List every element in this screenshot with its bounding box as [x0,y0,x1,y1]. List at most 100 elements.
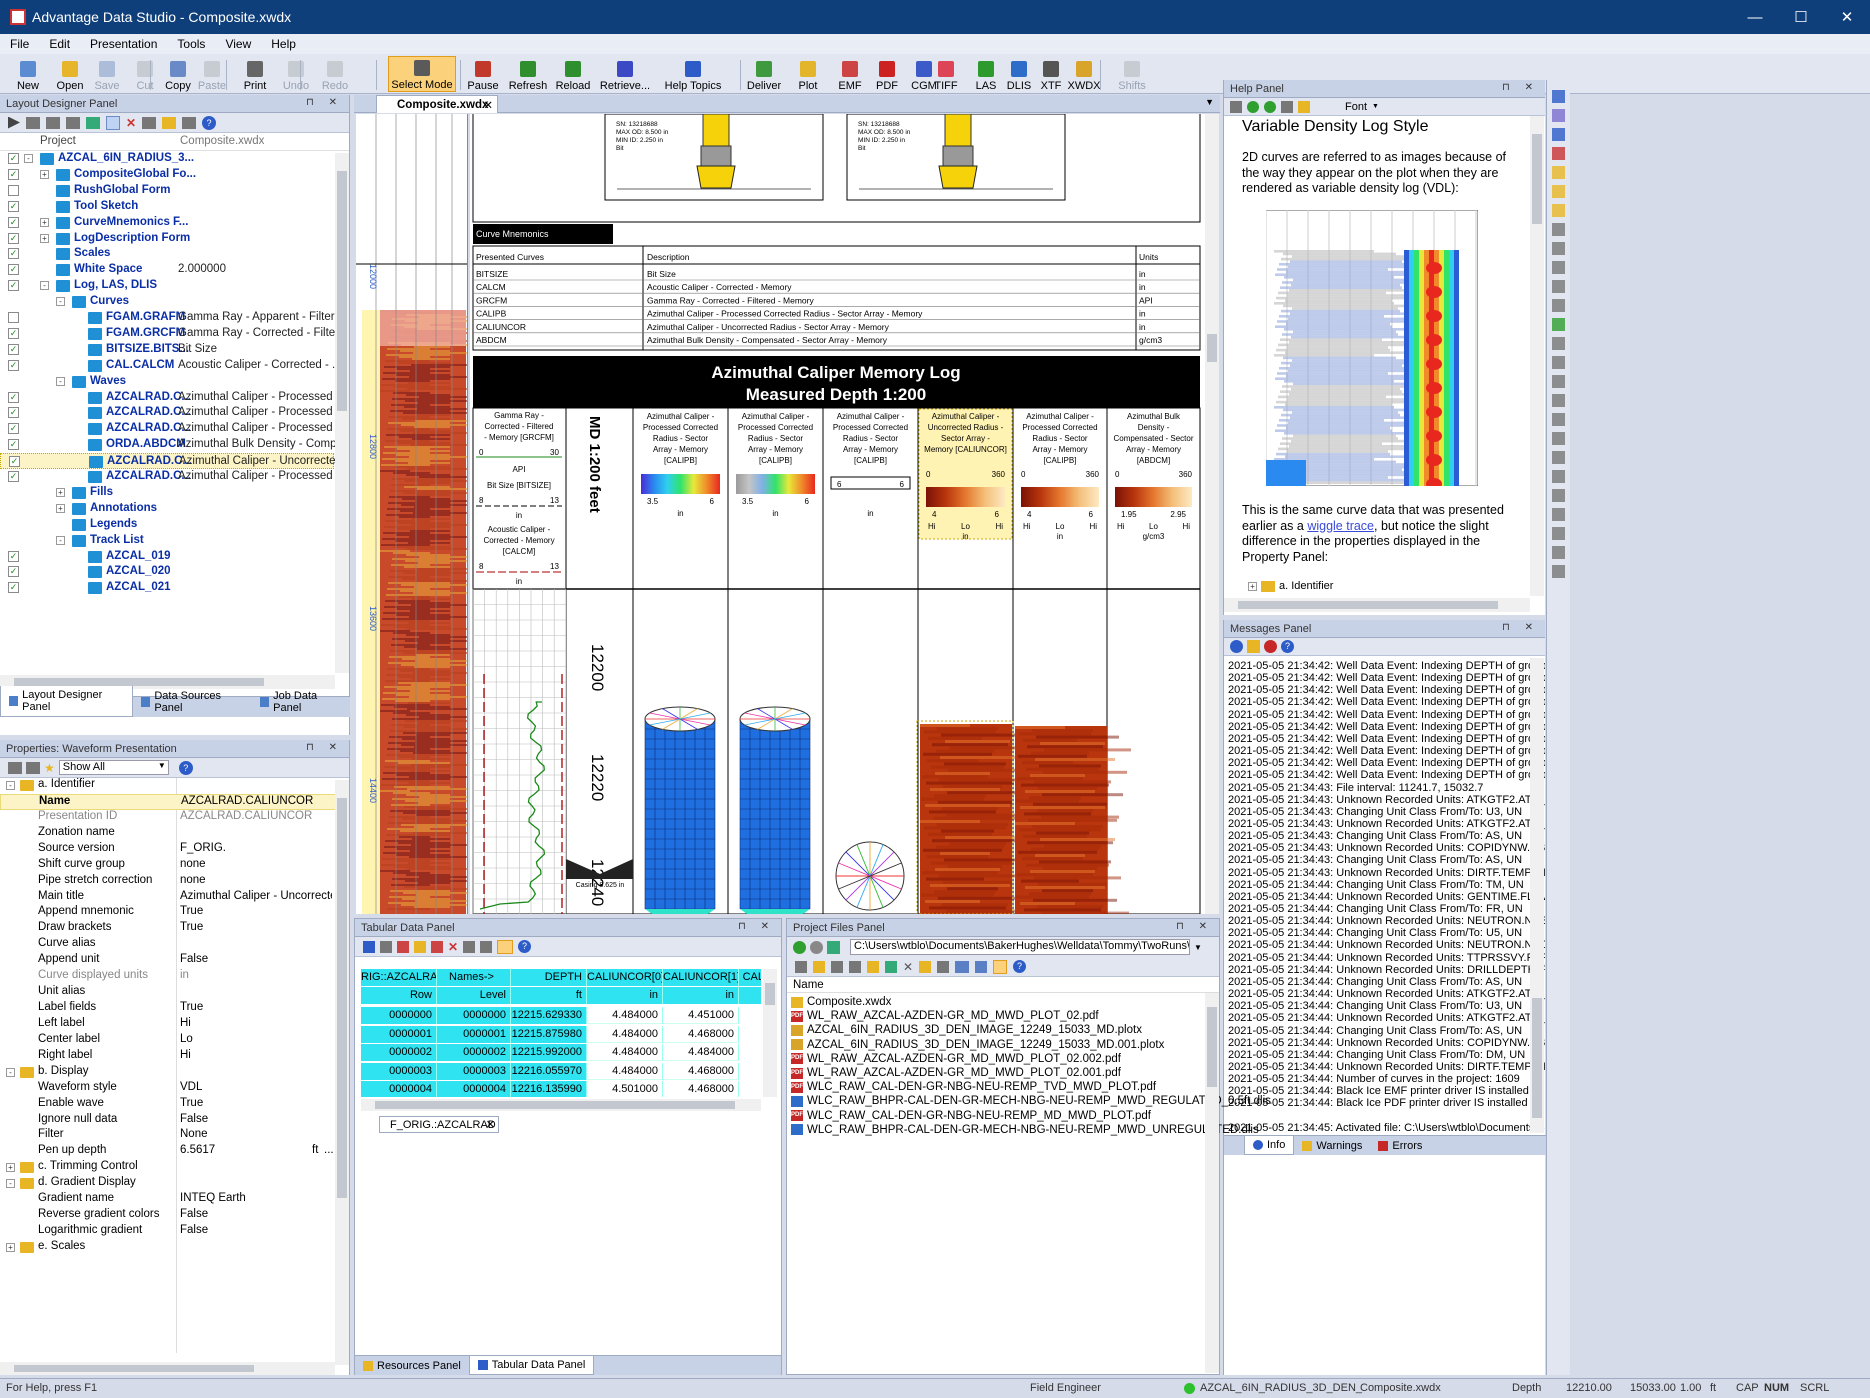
toolbar-xtf-button[interactable]: XTF [1036,56,1066,92]
group-toggle-icon[interactable]: + [6,1242,15,1252]
menu-edit[interactable]: Edit [39,37,80,51]
more-icon[interactable]: ... [324,1144,334,1156]
expand-toggle-icon[interactable]: - [40,281,49,291]
tab-dropdown-icon[interactable]: ▼ [1205,97,1214,107]
table-cell[interactable]: 4.468000 [663,1025,739,1043]
sort-az-icon[interactable] [26,761,40,774]
toolbar-redo-button[interactable]: Redo [320,56,350,92]
tab-layout-designer[interactable]: Layout Designer Panel [0,686,134,717]
tree-checkbox[interactable]: ✓ [8,264,19,276]
side-tool-icon[interactable] [1552,242,1565,255]
file-item[interactable]: PDF WL_RAW_AZCAL-AZDEN-GR_MD_MWD_PLOT_02.… [791,1052,1121,1066]
tree-checkbox[interactable]: ✓ [8,343,19,355]
tree-item-legends[interactable]: Legends [0,517,334,533]
file-item[interactable]: WLC_RAW_BHPR-CAL-DEN-GR-MECH-NBG-NEU-REM… [791,1123,1259,1137]
property-row-center-label[interactable]: Center label Lo [0,1033,336,1049]
property-row-draw-brackets[interactable]: Draw brackets True [0,921,336,937]
tree-item-waves[interactable]: - Waves [0,374,334,390]
tree-checkbox[interactable] [8,312,19,323]
tree-item-track-list[interactable]: - Track List [0,533,334,549]
close-tab-icon[interactable]: ✕ [483,98,493,112]
tree-item-annotations[interactable]: + Annotations [0,501,334,517]
tab-tabular-data[interactable]: Tabular Data Panel [468,1356,595,1375]
property-row-name[interactable]: Name AZCALRAD.CALIUNCOR [0,793,336,810]
tree-checkbox[interactable]: ✓ [8,391,19,403]
tree-checkbox[interactable]: ✓ [8,550,19,562]
tree-item-compositeglobal-fo[interactable]: ✓ + CompositeGlobal Fo... [0,167,334,183]
print-icon[interactable] [380,940,392,953]
property-row-label-fields[interactable]: Label fields True [0,1001,336,1017]
side-tool-icon[interactable] [1552,432,1565,445]
files-scrollbar[interactable] [1205,993,1219,1373]
table-cell[interactable]: 4.484000 [587,1044,663,1061]
tree-checkbox[interactable] [8,184,19,196]
tree-checkbox[interactable]: ✓ [8,232,19,244]
tree-checkbox[interactable]: ✓ [8,407,19,419]
property-row-append-mnemonic[interactable]: Append mnemonic True [0,905,336,921]
tree-checkbox[interactable]: ✓ [8,280,19,292]
tree-item-rushglobal-form[interactable]: RushGlobal Form [0,183,334,199]
table-cell[interactable]: 12216.135990 [511,1081,587,1097]
depth-navigator[interactable]: 12000 12800 13600 14400 [356,114,468,914]
group-toggle-icon[interactable]: - [6,1067,15,1077]
help-icon[interactable]: ? [1013,960,1027,973]
tree-item-logdescription-form[interactable]: ✓ + LogDescription Form [0,231,334,247]
panel-pin-icon[interactable]: ⊓ ✕ [306,742,343,753]
wiggle-trace-link[interactable]: wiggle trace [1307,519,1374,533]
table-cell[interactable]: 4.501000 [587,1081,663,1097]
property-row-filter[interactable]: Filter None [0,1128,336,1144]
print-icon[interactable] [1281,100,1293,113]
table-cell[interactable]: 4.484000 [663,1044,739,1061]
table-cell[interactable]: 4.468000 [663,1062,739,1080]
column-header-caliuncor-0[interactable]: CALIUNCOR[0] [587,969,663,986]
side-tool-icon[interactable] [1552,546,1565,559]
expand-toggle-icon[interactable]: + [40,217,49,227]
tree-checkbox[interactable]: ✓ [9,456,20,468]
tab-info[interactable]: Info [1244,1136,1295,1155]
side-tool-icon[interactable] [1552,394,1565,407]
file-item[interactable]: PDF WLC_RAW_CAL-DEN-GR-NBG-NEU-REMP_TVD_M… [791,1080,1156,1094]
arrows-icon[interactable] [86,116,100,129]
column-header-names[interactable]: Names-> [437,969,511,986]
tree-item-fills[interactable]: + Fills [0,485,334,501]
column-header-caliuncor-1[interactable]: CALIUNCOR[1] [663,969,739,986]
error-filter-icon[interactable] [1264,640,1277,653]
property-row-shift-curve-group[interactable]: Shift curve group none [0,858,336,874]
expand-toggle-icon[interactable]: - [56,376,65,386]
properties-icon[interactable] [937,960,950,973]
tree-item-cal-calcm[interactable]: ✓ CAL.CALCM Acoustic Caliper - Corrected -… [0,358,342,374]
tree-item-bitsize-bits[interactable]: ✓ BITSIZE.BITS... Bit Size [0,342,334,358]
table-cell[interactable]: 0000003 [361,1062,437,1080]
table-cell[interactable]: 4.484000 [587,1062,663,1080]
tree-item-azcalrad-c[interactable]: ✓ AZCALRAD.C... Azimuthal Caliper - Proces… [0,421,349,437]
expand-toggle-icon[interactable]: - [56,297,65,307]
font-menu[interactable]: Font [1345,101,1367,113]
insert-icon[interactable] [414,940,426,953]
favorites-icon[interactable]: ★ [44,761,55,775]
panel-pin-icon[interactable]: ⊓ ✕ [1502,622,1539,633]
property-row-curve-displayed-units[interactable]: Curve displayed units in [0,969,336,985]
property-row-logarithmic-gradient[interactable]: Logarithmic gradient False [0,1224,336,1240]
properties-hscrollbar[interactable] [0,1362,335,1375]
side-tool-icon[interactable] [1552,375,1565,388]
help-icon[interactable]: ? [1281,640,1294,653]
property-row-zonation-name[interactable]: Zonation name [0,826,336,842]
toolbar-pdf-button[interactable]: PDF [872,56,902,92]
toolbar-copy-button[interactable]: Copy [162,56,194,92]
copy-icon[interactable] [849,960,861,973]
property-row-reverse-gradient-colors[interactable]: Reverse gradient colors False [0,1208,336,1224]
tree-checkbox[interactable]: ✓ [8,359,19,371]
name-column-header[interactable]: Name [787,977,1219,993]
folder-icon[interactable] [26,116,40,129]
star-icon[interactable] [162,116,177,129]
table-cell[interactable]: 0000001 [361,1025,437,1043]
home-icon[interactable] [1230,100,1242,113]
file-item[interactable]: PDF WLC_RAW_CAL-DEN-GR-NBG-NEU-REMP_MD_MW… [791,1109,1151,1123]
close-window-button[interactable]: ✕ [1824,0,1870,34]
tree-item-curves[interactable]: - Curves [0,294,334,310]
toolbar-save-button[interactable]: Save [92,56,122,92]
toolbar-help-topics-button[interactable]: Help Topics [664,56,722,92]
view-icon[interactable] [795,960,807,973]
group-toggle-icon[interactable]: - [6,1179,15,1189]
tree-item-white-space[interactable]: ✓ White Space 2.000000 [0,262,334,278]
